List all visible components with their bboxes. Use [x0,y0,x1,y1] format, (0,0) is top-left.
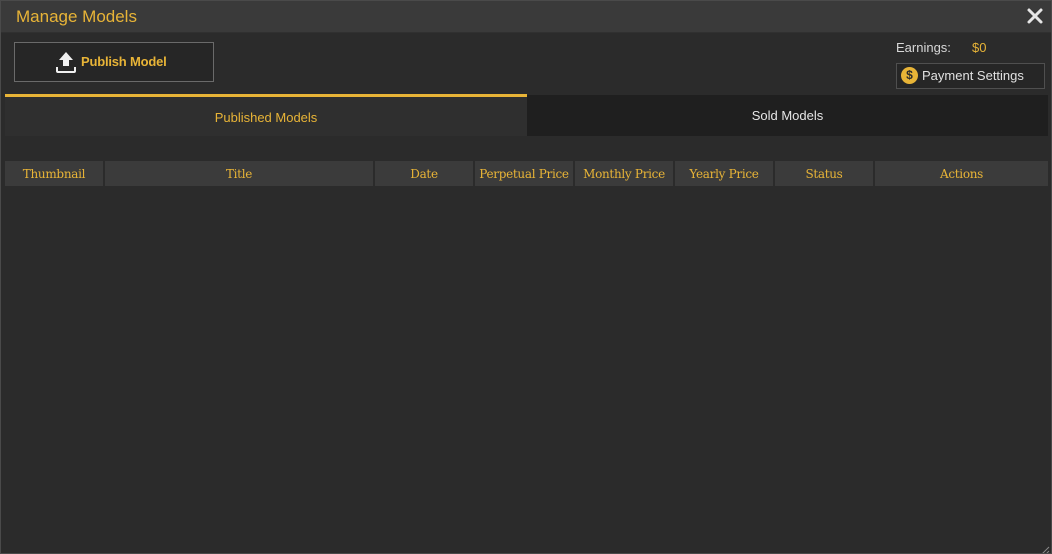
column-header-thumbnail[interactable]: Thumbnail [5,161,103,186]
column-header-perpetual-price[interactable]: Perpetual Price [475,161,573,186]
dollar-coin-icon: $ [901,67,918,84]
column-header-yearly-price[interactable]: Yearly Price [675,161,773,186]
title-bar[interactable]: Manage Models [1,1,1051,33]
column-header-monthly-price[interactable]: Monthly Price [575,161,673,186]
window-title: Manage Models [16,7,137,26]
column-header-actions[interactable]: Actions [875,161,1048,186]
payment-settings-label: Payment Settings [922,68,1024,83]
close-icon[interactable] [1026,7,1044,25]
manage-models-window: Manage Models Publish Model Earnings: $0… [0,0,1052,554]
upload-icon [55,50,77,74]
tab-sold-models[interactable]: Sold Models [527,95,1048,136]
earnings-value: $0 [972,40,987,55]
tab-published-models[interactable]: Published Models [5,94,527,136]
models-table-header: Thumbnail Title Date Perpetual Price Mon… [5,161,1048,186]
earnings-label: Earnings: [896,40,951,55]
resize-grip-icon[interactable] [1040,542,1050,553]
column-header-title[interactable]: Title [105,161,373,186]
payment-settings-button[interactable]: $ Payment Settings [896,63,1045,89]
publish-model-button[interactable]: Publish Model [14,42,214,82]
publish-model-label: Publish Model [81,54,167,69]
column-header-date[interactable]: Date [375,161,473,186]
column-header-status[interactable]: Status [775,161,873,186]
